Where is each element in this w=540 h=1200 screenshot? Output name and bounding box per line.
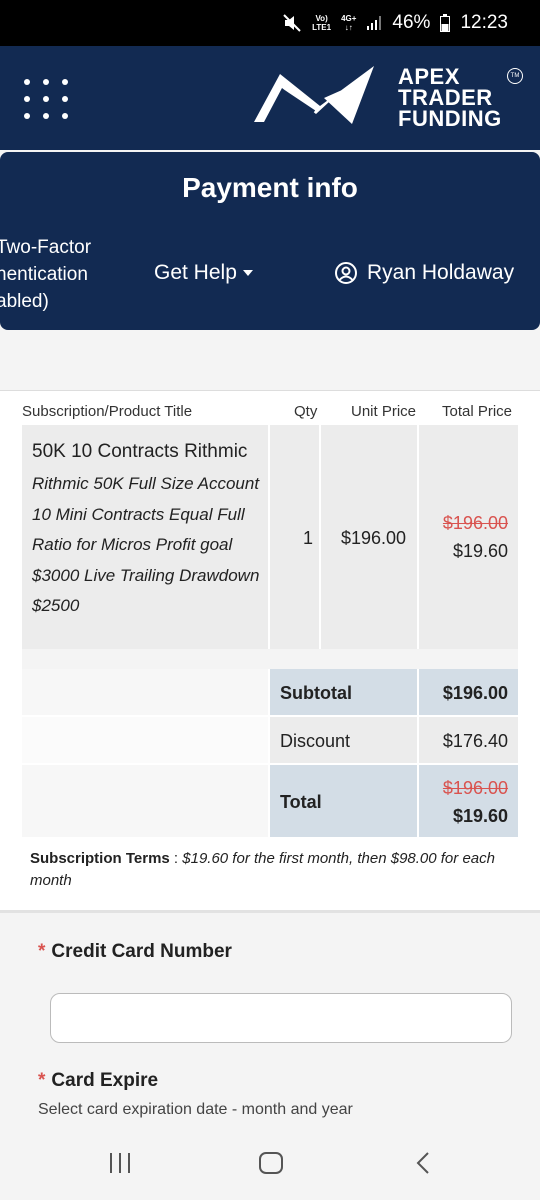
- page-title: Payment info: [182, 172, 358, 203]
- two-factor-status[interactable]: Two-Factor hentication abled): [0, 234, 91, 315]
- apex-logo-icon[interactable]: [250, 62, 382, 130]
- required-mark: *: [38, 1070, 46, 1091]
- trademark-badge: TM: [507, 68, 523, 84]
- subscription-terms: Subscription Terms : $19.60 for the firs…: [30, 850, 495, 889]
- discount-label: Discount: [280, 731, 351, 751]
- product-unit-price: $196.00: [341, 528, 407, 548]
- data-type-indicator: 4G+ ↓↑: [341, 14, 357, 32]
- subtotal-label: Subtotal: [280, 683, 352, 703]
- get-help-dropdown[interactable]: Get Help: [154, 261, 253, 285]
- get-help-label: Get Help: [154, 261, 237, 284]
- brand-wordmark: APEX TRADER FUNDING: [398, 64, 502, 131]
- clock: 12:23: [460, 12, 508, 33]
- network-indicator: Vo) LTE1: [312, 14, 332, 32]
- table-cell: [22, 669, 268, 715]
- product-qty: 1: [303, 528, 314, 548]
- column-header-product: Subscription/Product Title: [22, 403, 193, 420]
- home-icon[interactable]: [258, 1151, 284, 1175]
- back-icon[interactable]: [414, 1151, 432, 1175]
- table-spacer: [22, 649, 518, 669]
- apps-menu-icon[interactable]: [24, 79, 68, 119]
- table-cell: [419, 425, 518, 649]
- status-bar: Vo) LTE1 4G+ ↓↑ 46% 12:23: [0, 0, 540, 46]
- required-mark: *: [38, 941, 46, 962]
- total-value: $19.60: [452, 806, 508, 826]
- product-description: Rithmic 50K Full Size Account 10 Mini Co…: [32, 474, 260, 615]
- mute-icon: [283, 14, 301, 32]
- nav-card: Payment info Two-Factor hentication able…: [0, 152, 540, 330]
- user-menu[interactable]: Ryan Holdaway: [334, 261, 514, 285]
- column-header-qty: Qty: [294, 403, 318, 420]
- terms-label: Subscription Terms: [30, 850, 170, 867]
- battery-percent: 46%: [392, 12, 431, 33]
- signal-icon: [367, 16, 382, 30]
- product-discounted-total: $19.60: [452, 541, 508, 561]
- status-icons: Vo) LTE1 4G+ ↓↑ 46% 12:23: [282, 0, 508, 46]
- caret-down-icon: [242, 270, 253, 276]
- table-cell: [22, 717, 268, 763]
- product-title: 50K 10 Contracts Rithmic: [32, 441, 248, 462]
- total-original: $196.00: [442, 778, 508, 798]
- card-expire-hint: Select card expiration date - month and …: [38, 1101, 353, 1118]
- total-label: Total: [280, 792, 322, 812]
- column-header-total-price: Total Price: [442, 403, 513, 420]
- column-header-unit-price: Unit Price: [351, 403, 417, 420]
- user-icon: [335, 262, 357, 284]
- system-nav-bar: [0, 1135, 540, 1200]
- credit-card-input[interactable]: [50, 993, 512, 1043]
- product-original-total: $196.00: [442, 513, 508, 533]
- credit-card-label: * Credit Card Number: [38, 941, 232, 962]
- order-summary-table: Subscription/Product Title Qty Unit Pric…: [0, 391, 540, 911]
- divider: [0, 910, 540, 913]
- discount-value: $176.40: [442, 731, 508, 751]
- subtotal-value: $196.00: [442, 683, 508, 703]
- recent-apps-icon[interactable]: [108, 1151, 132, 1175]
- card-expire-label: * Card Expire: [38, 1070, 159, 1091]
- table-cell: [22, 765, 268, 837]
- app-header: APEX TRADER FUNDING TM: [0, 46, 540, 150]
- battery-icon: [440, 14, 451, 32]
- user-name: Ryan Holdaway: [367, 261, 515, 284]
